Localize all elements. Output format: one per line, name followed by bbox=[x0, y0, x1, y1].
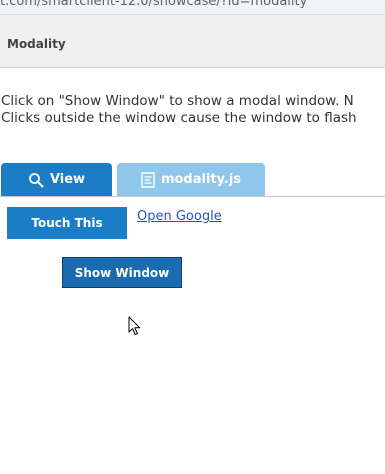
page: t.com/smartclient-12.0/showcase/?id=moda… bbox=[0, 0, 385, 474]
browser-address-bar[interactable]: t.com/smartclient-12.0/showcase/?id=moda… bbox=[0, 0, 385, 15]
code-file-icon bbox=[141, 171, 155, 188]
description-line-2: Clicks outside the window cause the wind… bbox=[1, 110, 357, 126]
description-line-1: Click on "Show Window" to show a modal w… bbox=[1, 93, 354, 109]
touch-this-button[interactable]: Touch This bbox=[7, 207, 127, 239]
tab-bar-divider bbox=[0, 196, 385, 197]
search-icon bbox=[28, 172, 44, 188]
example-header: Modality bbox=[0, 15, 385, 68]
show-window-button[interactable]: Show Window bbox=[62, 257, 182, 288]
tab-view[interactable]: View bbox=[1, 163, 112, 196]
tab-modality-js[interactable]: modality.js bbox=[117, 163, 265, 196]
address-url: t.com/smartclient-12.0/showcase/?id=moda… bbox=[0, 0, 308, 9]
tab-view-label: View bbox=[49, 172, 86, 187]
example-description: Click on "Show Window" to show a modal w… bbox=[1, 93, 385, 127]
page-title: Modality bbox=[7, 37, 66, 51]
tab-modality-js-label: modality.js bbox=[160, 172, 242, 187]
mouse-pointer-icon bbox=[128, 316, 141, 336]
open-google-link[interactable]: Open Google bbox=[137, 209, 222, 224]
